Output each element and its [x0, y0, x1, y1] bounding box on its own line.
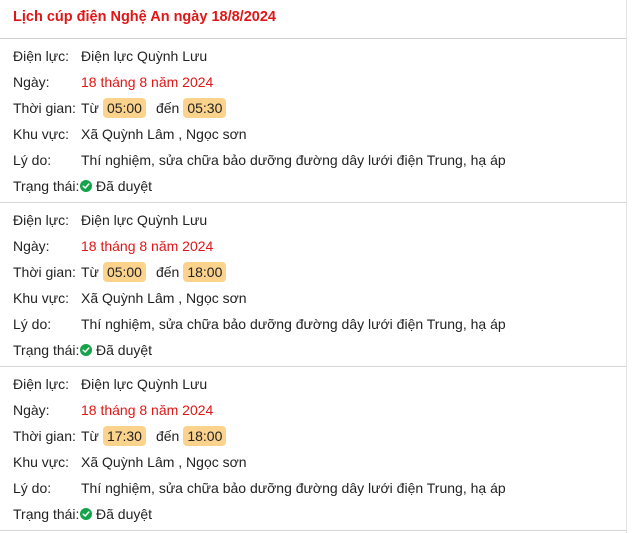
status-label: Trạng thái: — [13, 342, 80, 358]
start-time-badge: 05:00 — [102, 262, 146, 282]
area-label: Khu vực: — [13, 290, 70, 306]
time-label: Thời gian: — [13, 264, 76, 280]
entry-divider — [0, 530, 626, 531]
status-value: Đã duyệt — [96, 178, 153, 194]
outage-entry: Điện lực: Điện lực Quỳnh Lưu Ngày: 18 th… — [0, 203, 626, 367]
reason-label: Lý do: — [13, 316, 52, 332]
start-time-badge: 05:00 — [102, 98, 146, 118]
time-range: Từ 05:00 đến 18:00 — [81, 262, 227, 282]
status-label: Trạng thái: — [13, 506, 80, 522]
end-time-badge: 18:00 — [183, 426, 227, 446]
status-label: Trạng thái: — [13, 178, 80, 194]
reason-value: Thí nghiệm, sửa chữa bảo dưỡng đường dây… — [81, 152, 506, 168]
page-title: Lịch cúp điện Nghệ An ngày 18/8/2024 — [13, 9, 276, 25]
area-value: Xã Quỳnh Lâm , Ngọc sơn — [81, 126, 247, 142]
start-time-badge: 17:30 — [102, 426, 146, 446]
outage-entry: Điện lực: Điện lực Quỳnh Lưu Ngày: 18 th… — [0, 39, 626, 203]
date-value: 18 tháng 8 năm 2024 — [81, 402, 214, 418]
time-range: Từ 05:00 đến 05:30 — [81, 98, 227, 118]
to-label: đến — [155, 100, 180, 116]
date-label: Ngày: — [13, 238, 50, 254]
reason-value: Thí nghiệm, sửa chữa bảo dưỡng đường dây… — [81, 480, 506, 496]
to-label: đến — [155, 428, 180, 444]
reason-label: Lý do: — [13, 480, 52, 496]
provider-label: Điện lực: — [13, 48, 70, 64]
area-label: Khu vực: — [13, 126, 70, 142]
provider-label: Điện lực: — [13, 376, 70, 392]
outage-schedule-panel: Lịch cúp điện Nghệ An ngày 18/8/2024 Điệ… — [0, 0, 627, 533]
reason-label: Lý do: — [13, 152, 52, 168]
date-value: 18 tháng 8 năm 2024 — [81, 238, 214, 254]
to-label: đến — [155, 264, 180, 280]
provider-value: Điện lực Quỳnh Lưu — [81, 48, 208, 64]
end-time-badge: 18:00 — [183, 262, 227, 282]
end-time-badge: 05:30 — [183, 98, 227, 118]
from-label: Từ — [81, 264, 99, 280]
time-label: Thời gian: — [13, 100, 76, 116]
outage-entry: Điện lực: Điện lực Quỳnh Lưu Ngày: 18 th… — [0, 367, 626, 531]
reason-value: Thí nghiệm, sửa chữa bảo dưỡng đường dây… — [81, 316, 506, 332]
status-badge: Đã duyệt — [80, 504, 152, 524]
status-value: Đã duyệt — [96, 342, 153, 358]
status-value: Đã duyệt — [96, 506, 153, 522]
area-label: Khu vực: — [13, 454, 70, 470]
area-value: Xã Quỳnh Lâm , Ngọc sơn — [81, 290, 247, 306]
check-circle-icon — [80, 344, 92, 356]
status-badge: Đã duyệt — [80, 176, 152, 196]
check-circle-icon — [80, 180, 92, 192]
from-label: Từ — [81, 428, 99, 444]
check-circle-icon — [80, 508, 92, 520]
time-label: Thời gian: — [13, 428, 76, 444]
provider-value: Điện lực Quỳnh Lưu — [81, 376, 208, 392]
date-label: Ngày: — [13, 402, 50, 418]
provider-label: Điện lực: — [13, 212, 70, 228]
provider-value: Điện lực Quỳnh Lưu — [81, 212, 208, 228]
from-label: Từ — [81, 100, 99, 116]
time-range: Từ 17:30 đến 18:00 — [81, 426, 227, 446]
area-value: Xã Quỳnh Lâm , Ngọc sơn — [81, 454, 247, 470]
date-label: Ngày: — [13, 74, 50, 90]
status-badge: Đã duyệt — [80, 340, 152, 360]
date-value: 18 tháng 8 năm 2024 — [81, 74, 214, 90]
